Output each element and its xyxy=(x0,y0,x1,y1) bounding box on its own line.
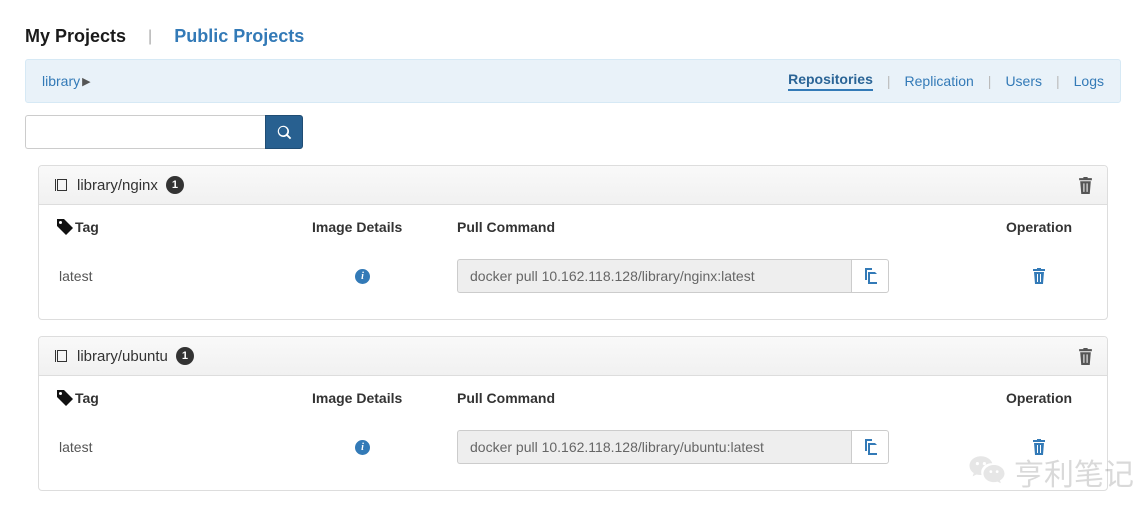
repo-heading[interactable]: library/nginx 1 xyxy=(39,166,1107,205)
header-details: Image Details xyxy=(312,390,457,406)
repo-count-badge: 1 xyxy=(176,347,194,365)
subnav-repositories[interactable]: Repositories xyxy=(788,71,873,91)
subnav-users[interactable]: Users xyxy=(1005,73,1042,89)
subnav-logs[interactable]: Logs xyxy=(1074,73,1104,89)
delete-tag-button[interactable] xyxy=(1032,268,1046,284)
repo-name: library/nginx xyxy=(77,177,158,194)
book-icon xyxy=(53,177,69,193)
tag-row: latest i xyxy=(57,430,1089,464)
repo-name: library/ubuntu xyxy=(77,348,168,365)
repo-panel: library/ubuntu 1 Tag Image Details Pull … xyxy=(38,336,1108,491)
search-button[interactable] xyxy=(265,115,303,149)
header-details: Image Details xyxy=(312,219,457,235)
subnav-replication[interactable]: Replication xyxy=(905,73,974,89)
book-icon xyxy=(53,348,69,364)
tab-separator: | xyxy=(148,28,152,46)
header-tag: Tag xyxy=(57,219,312,235)
subnav-bar: library ▶ Repositories | Replication | U… xyxy=(25,59,1121,103)
repo-panel: library/nginx 1 Tag Image Details Pull C… xyxy=(38,165,1108,320)
delete-repo-button[interactable] xyxy=(1078,348,1093,365)
tab-my-projects[interactable]: My Projects xyxy=(25,26,126,47)
header-operation: Operation xyxy=(989,219,1089,235)
tag-name: latest xyxy=(57,268,312,284)
breadcrumb-project: library xyxy=(42,73,80,89)
copy-button[interactable] xyxy=(851,430,889,464)
search-input[interactable] xyxy=(25,115,265,149)
tag-row: latest i xyxy=(57,259,1089,293)
repo-count-badge: 1 xyxy=(166,176,184,194)
search-icon xyxy=(277,125,292,140)
chevron-right-icon: ▶ xyxy=(82,75,90,88)
tag-name: latest xyxy=(57,439,312,455)
header-operation: Operation xyxy=(989,390,1089,406)
header-pull: Pull Command xyxy=(457,390,989,406)
pull-command-input[interactable] xyxy=(457,430,851,464)
pull-command-input[interactable] xyxy=(457,259,851,293)
tab-public-projects[interactable]: Public Projects xyxy=(174,26,304,47)
header-tag: Tag xyxy=(57,390,312,406)
breadcrumb[interactable]: library ▶ xyxy=(42,73,91,89)
delete-tag-button[interactable] xyxy=(1032,439,1046,455)
info-icon[interactable]: i xyxy=(355,440,370,455)
delete-repo-button[interactable] xyxy=(1078,177,1093,194)
repo-heading[interactable]: library/ubuntu 1 xyxy=(39,337,1107,376)
copy-button[interactable] xyxy=(851,259,889,293)
tag-icon xyxy=(57,390,73,406)
tag-icon xyxy=(57,219,73,235)
header-pull: Pull Command xyxy=(457,219,989,235)
info-icon[interactable]: i xyxy=(355,269,370,284)
